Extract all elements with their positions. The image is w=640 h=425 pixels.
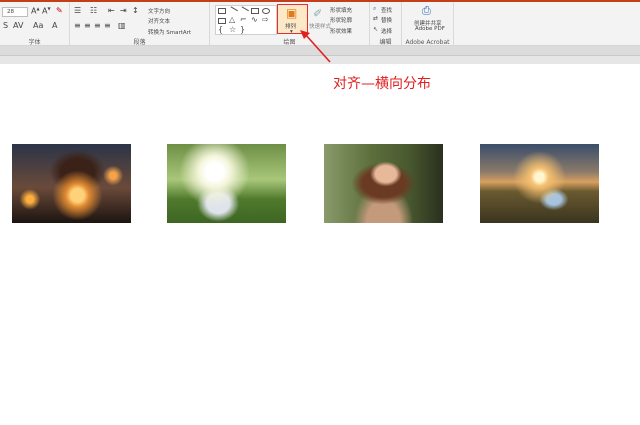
annotation-arrow-line — [304, 33, 331, 63]
annotation-arrow — [300, 30, 331, 63]
annotation-text: 对齐—横向分布 — [333, 76, 431, 92]
